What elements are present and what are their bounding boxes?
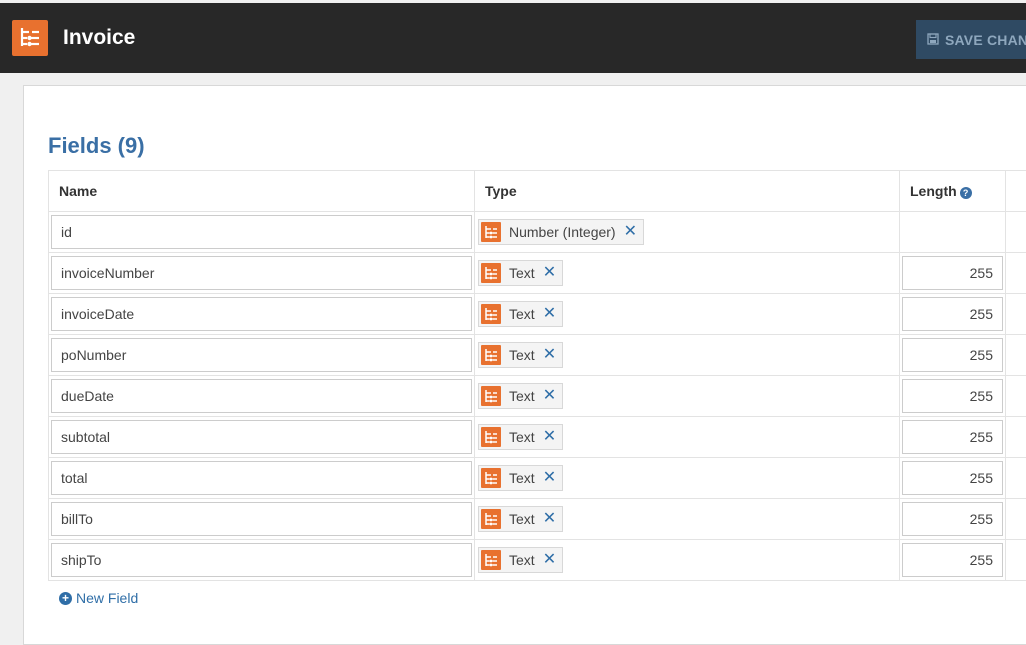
length-value: 255	[969, 429, 993, 445]
length-input[interactable]: 255	[902, 256, 1003, 290]
length-value: 255	[969, 511, 993, 527]
field-type-label: Text	[509, 429, 535, 445]
remove-type-icon[interactable]: ✕	[624, 224, 637, 240]
field-type-chip[interactable]: Text ✕	[478, 301, 564, 327]
length-value: 255	[969, 388, 993, 404]
length-input[interactable]: 255	[902, 543, 1003, 577]
field-type-label: Text	[509, 470, 535, 486]
field-name-input[interactable]: invoiceDate	[51, 297, 472, 331]
app-logo-icon	[12, 20, 48, 56]
field-type-chip[interactable]: Text ✕	[478, 260, 564, 286]
field-row: id Number (Integer) ✕	[48, 212, 1026, 253]
field-type-chip[interactable]: Text ✕	[478, 465, 564, 491]
length-value: 255	[969, 552, 993, 568]
field-name-value: id	[61, 224, 72, 240]
column-header-type: Type	[485, 183, 517, 199]
remove-type-icon[interactable]: ✕	[543, 429, 556, 445]
field-type-label: Text	[509, 552, 535, 568]
field-row: subtotal Text ✕ 255	[48, 417, 1026, 458]
remove-type-icon[interactable]: ✕	[543, 552, 556, 568]
field-type-chip[interactable]: Text ✕	[478, 506, 564, 532]
field-type-icon	[481, 304, 501, 324]
save-changes-button[interactable]: SAVE CHANGES	[916, 20, 1026, 59]
length-input[interactable]: 255	[902, 379, 1003, 413]
top-bar: Invoice SAVE CHANGES	[0, 3, 1026, 73]
table-header-row: Name Type Length?	[48, 171, 1026, 212]
fields-table: Name Type Length? id Number (Integer) ✕ …	[48, 170, 1026, 581]
field-name-value: invoiceNumber	[61, 265, 155, 281]
field-type-chip[interactable]: Text ✕	[478, 383, 564, 409]
field-name-input[interactable]: id	[51, 215, 472, 249]
length-input[interactable]: 255	[902, 338, 1003, 372]
remove-type-icon[interactable]: ✕	[543, 306, 556, 322]
field-name-value: subtotal	[61, 429, 111, 445]
field-row: billTo Text ✕ 255	[48, 499, 1026, 540]
remove-type-icon[interactable]: ✕	[543, 511, 556, 527]
field-row: total Text ✕ 255	[48, 458, 1026, 499]
length-value: 255	[969, 470, 993, 486]
field-type-label: Text	[509, 265, 535, 281]
field-type-chip[interactable]: Text ✕	[478, 547, 564, 573]
field-row: poNumber Text ✕ 255	[48, 335, 1026, 376]
column-header-name: Name	[59, 183, 98, 199]
field-type-chip[interactable]: Text ✕	[478, 424, 564, 450]
remove-type-icon[interactable]: ✕	[543, 388, 556, 404]
column-header-length-label: Length	[910, 183, 957, 199]
field-type-label: Text	[509, 347, 535, 363]
field-type-icon	[481, 386, 501, 406]
length-input[interactable]: 255	[902, 461, 1003, 495]
fields-heading: Fields (9)	[48, 133, 145, 158]
field-type-chip[interactable]: Number (Integer) ✕	[478, 219, 644, 245]
remove-type-icon[interactable]: ✕	[543, 265, 556, 281]
length-value: 255	[969, 265, 993, 281]
field-type-label: Number (Integer)	[509, 224, 616, 240]
field-name-input[interactable]: billTo	[51, 502, 472, 536]
length-input[interactable]: 255	[902, 420, 1003, 454]
field-row: invoiceNumber Text ✕ 255	[48, 253, 1026, 294]
field-type-icon	[481, 509, 501, 529]
field-type-icon	[481, 345, 501, 365]
field-type-label: Text	[509, 388, 535, 404]
new-field-link[interactable]: + New Field	[59, 590, 138, 606]
field-type-icon	[481, 263, 501, 283]
length-input[interactable]: 255	[902, 297, 1003, 331]
field-type-icon	[481, 222, 501, 242]
page-title: Invoice	[63, 26, 136, 49]
new-field-label: New Field	[76, 590, 139, 606]
field-name-input[interactable]: total	[51, 461, 472, 495]
field-name-input[interactable]: dueDate	[51, 379, 472, 413]
field-type-label: Text	[509, 511, 535, 527]
field-name-value: shipTo	[61, 552, 102, 568]
field-name-input[interactable]: poNumber	[51, 338, 472, 372]
field-type-icon	[481, 550, 501, 570]
field-type-icon	[481, 468, 501, 488]
field-row: shipTo Text ✕ 255	[48, 540, 1026, 581]
remove-type-icon[interactable]: ✕	[543, 347, 556, 363]
field-name-value: total	[61, 470, 88, 486]
field-name-value: dueDate	[61, 388, 114, 404]
save-icon	[927, 32, 939, 48]
field-name-input[interactable]: invoiceNumber	[51, 256, 472, 290]
field-name-value: billTo	[61, 511, 93, 527]
save-changes-label: SAVE CHANGES	[945, 31, 1026, 48]
remove-type-icon[interactable]: ✕	[543, 470, 556, 486]
field-type-label: Text	[509, 306, 535, 322]
length-value: 255	[969, 306, 993, 322]
field-type-icon	[481, 427, 501, 447]
field-name-input[interactable]: subtotal	[51, 420, 472, 454]
field-name-input[interactable]: shipTo	[51, 543, 472, 577]
plus-icon: +	[59, 591, 72, 605]
field-row: invoiceDate Text ✕ 255	[48, 294, 1026, 335]
field-type-chip[interactable]: Text ✕	[478, 342, 564, 368]
length-input[interactable]: 255	[902, 502, 1003, 536]
column-header-length: Length?	[910, 183, 972, 199]
help-icon[interactable]: ?	[959, 187, 972, 199]
length-value: 255	[969, 347, 993, 363]
field-name-value: poNumber	[61, 347, 127, 363]
field-row: dueDate Text ✕ 255	[48, 376, 1026, 417]
field-name-value: invoiceDate	[61, 306, 135, 322]
